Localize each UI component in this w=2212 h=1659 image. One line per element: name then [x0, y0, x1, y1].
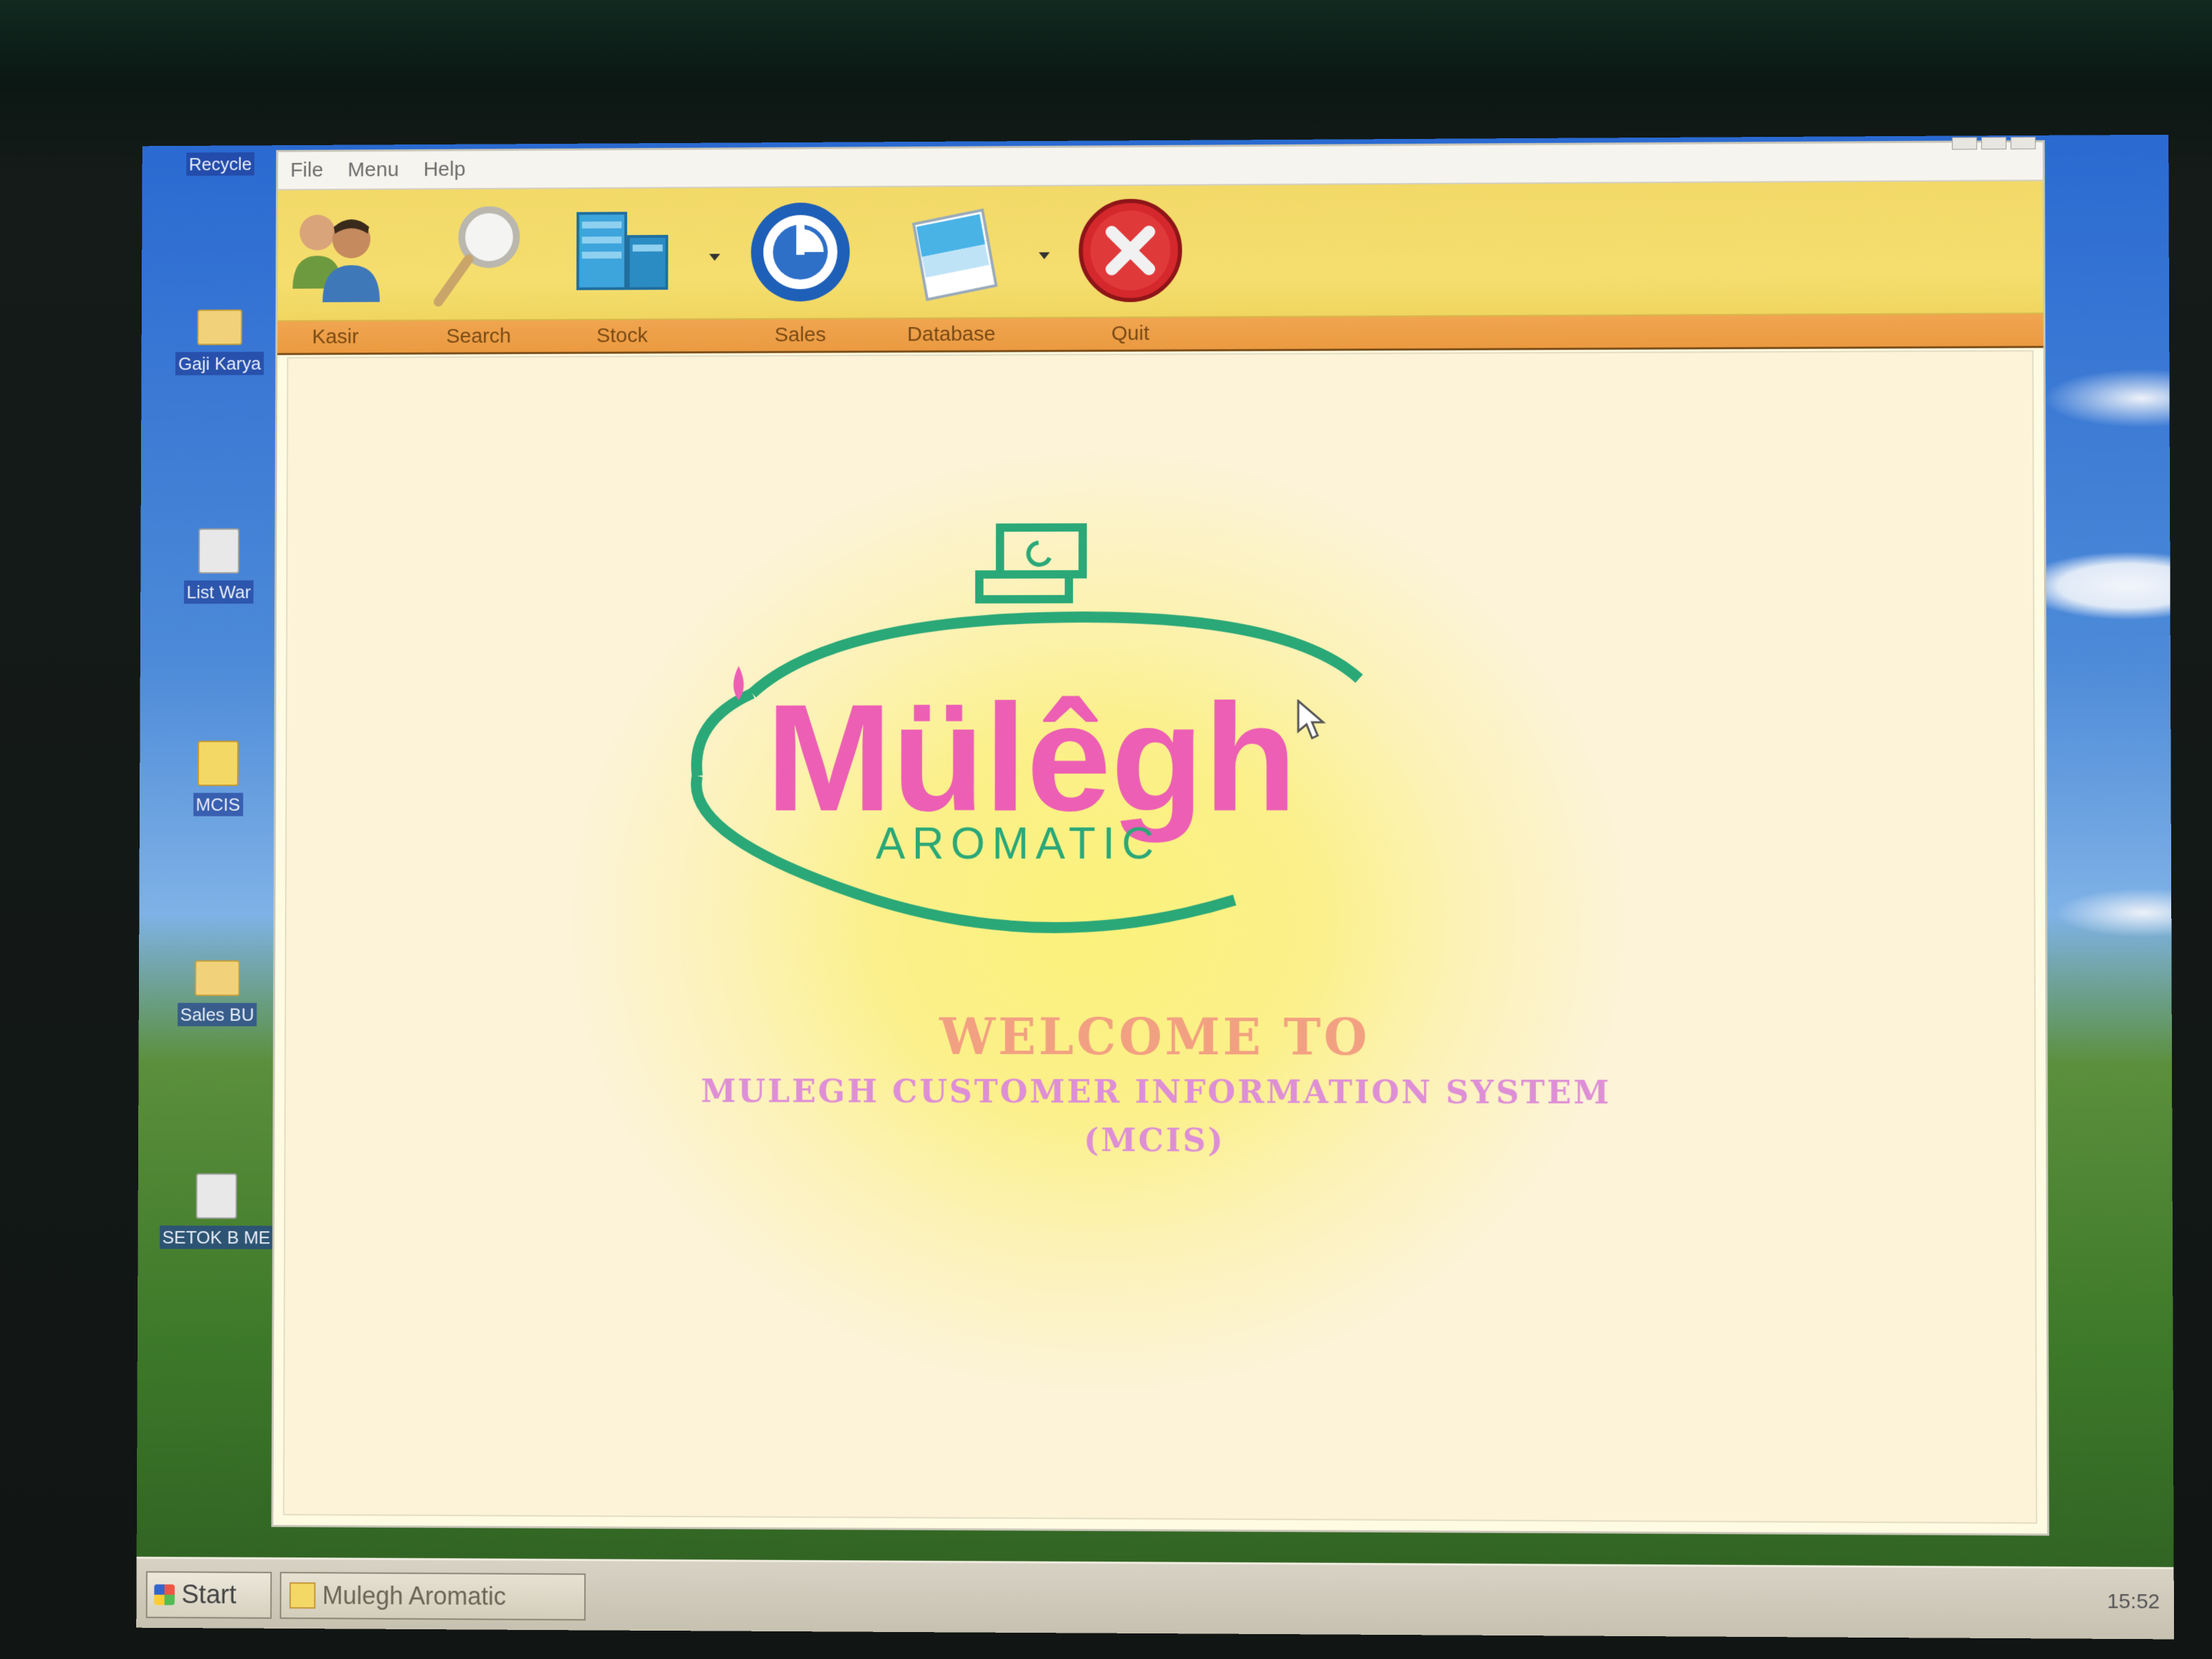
maximize-button[interactable] — [1981, 137, 2007, 150]
users-icon — [292, 214, 380, 303]
desktop-icon-label: MCIS — [193, 792, 243, 816]
folder-icon — [194, 960, 240, 996]
stock-label[interactable]: Stock — [564, 324, 680, 348]
menu-file[interactable]: File — [290, 159, 324, 182]
database-dropdown-arrow-icon[interactable] — [1038, 252, 1050, 259]
desktop-icon-label: Sales BU — [177, 1002, 257, 1027]
stock-dropdown-arrow-icon[interactable] — [709, 254, 720, 261]
notepad-icon — [893, 196, 1010, 307]
desktop: Recycle Gaji Karya List War MCIS Sales B… — [136, 134, 2175, 1640]
desktop-icon-sales-bu[interactable]: Sales BU — [159, 960, 275, 1027]
desktop-icon-label: Gaji Karya — [175, 351, 264, 375]
sales-button[interactable] — [742, 194, 859, 312]
search-button[interactable] — [421, 196, 537, 312]
folder-icon — [197, 309, 243, 346]
document-icon — [198, 528, 240, 574]
screen: Recycle Gaji Karya List War MCIS Sales B… — [136, 134, 2175, 1640]
taskbar-item-mulegh[interactable]: Mulegh Aromatic — [279, 1571, 586, 1621]
kasir-label[interactable]: Kasir — [277, 325, 393, 348]
window-controls — [1951, 136, 2036, 150]
brand-name: Mülêgh — [766, 673, 1297, 843]
kasir-button[interactable] — [278, 196, 394, 313]
system-name: MULEGH CUSTOMER INFORMATION SYSTEM — [700, 1072, 1611, 1112]
desktop-icon-setok[interactable]: SETOK B ME — [158, 1173, 274, 1250]
toolbar — [277, 180, 2043, 322]
dial-clock-icon — [751, 202, 850, 302]
search-label[interactable]: Search — [420, 325, 536, 348]
taskbar: Start Mulegh Aromatic 15:52 — [136, 1556, 2175, 1640]
toolbar-labels: Kasir Search Stock Sales Database Quit — [277, 314, 2044, 355]
system-abbreviation: (MCIS) — [1083, 1121, 1225, 1159]
desktop-icon-recycle-bin[interactable]: Recycle — [162, 152, 278, 176]
mouse-pointer-icon — [1297, 700, 1327, 741]
mcis-app-icon — [197, 740, 239, 787]
windows-logo-icon — [154, 1584, 175, 1606]
desktop-icon-list-war[interactable]: List War — [161, 528, 277, 604]
stock-button[interactable] — [564, 195, 681, 312]
start-label: Start — [181, 1580, 236, 1610]
desktop-icon-mcis[interactable]: MCIS — [160, 740, 276, 816]
mulegh-logo: Mülêgh AROMATIC — [628, 512, 1499, 969]
document-icon — [196, 1173, 237, 1219]
magnifier-icon — [421, 198, 537, 308]
menu-help[interactable]: Help — [423, 158, 465, 181]
minimize-button[interactable] — [1951, 137, 1978, 150]
app-icon — [289, 1582, 316, 1609]
sales-label[interactable]: Sales — [742, 324, 859, 347]
server-stack-icon — [564, 198, 681, 308]
start-button[interactable]: Start — [146, 1571, 272, 1619]
tray-clock[interactable]: 15:52 — [2107, 1590, 2160, 1614]
brand-tagline: AROMATIC — [876, 819, 1161, 868]
desktop-icon-label: Recycle — [186, 152, 255, 176]
taskbar-item-label: Mulegh Aromatic — [322, 1581, 507, 1611]
database-label[interactable]: Database — [893, 323, 1010, 347]
quit-label[interactable]: Quit — [1071, 322, 1189, 346]
menu-menu[interactable]: Menu — [348, 158, 399, 182]
desktop-icon-label: SETOK B ME — [159, 1225, 274, 1250]
welcome-heading: WELCOME TO — [939, 1006, 1370, 1067]
app-window: File Menu Help Kasir Search Stock Sales … — [273, 136, 2047, 1534]
welcome-panel: Mülêgh AROMATIC WELCOME TO MULEGH CUSTOM… — [283, 350, 2038, 1524]
desktop-icon-gaji-karya[interactable]: Gaji Karya — [162, 309, 278, 375]
database-button[interactable] — [893, 194, 1010, 311]
desktop-icon-label: List War — [183, 580, 254, 604]
close-icon — [1072, 195, 1190, 306]
quit-button[interactable] — [1072, 192, 1190, 310]
close-window-button[interactable] — [2010, 136, 2036, 150]
